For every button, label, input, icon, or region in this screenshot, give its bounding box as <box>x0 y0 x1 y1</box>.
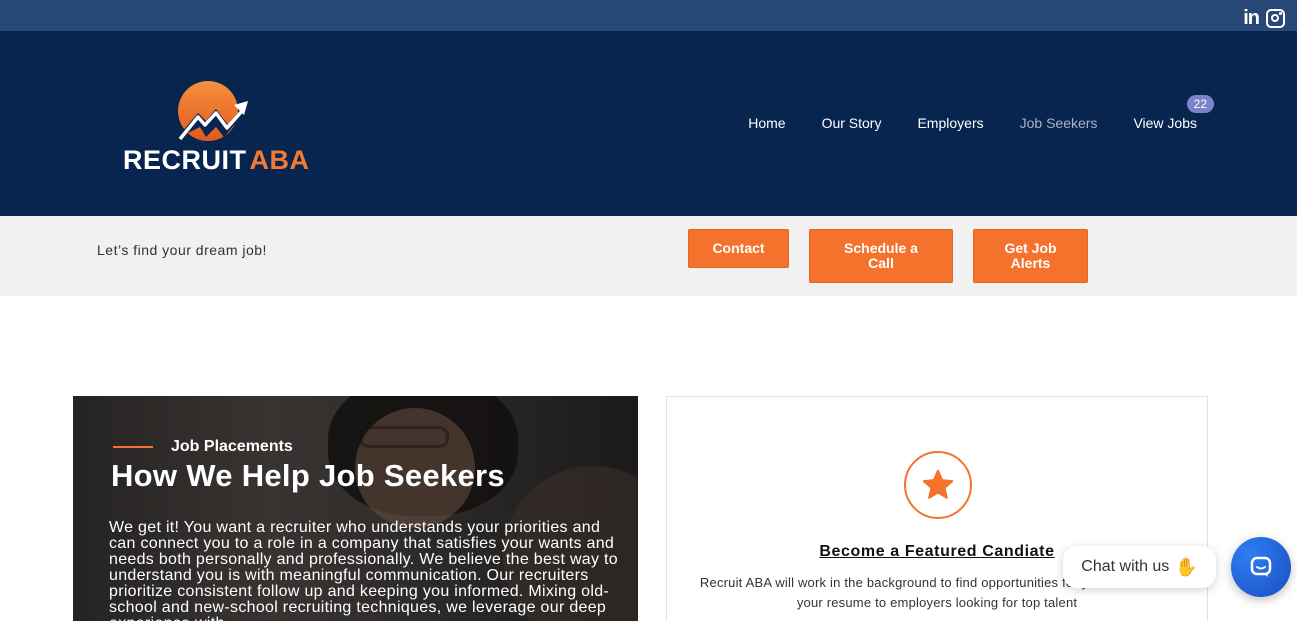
jobs-count-badge: 22 <box>1186 95 1214 113</box>
cta-bar: Let’s find your dream job! Contact Sched… <box>0 216 1297 296</box>
logo-text-accent: ABA <box>249 145 310 175</box>
card-eyebrow: Job Placements <box>171 438 293 455</box>
nav-job-seekers[interactable]: Job Seekers <box>1020 115 1098 131</box>
nav-view-jobs-label: View Jobs <box>1133 115 1197 131</box>
chat-launcher-button[interactable] <box>1231 537 1291 597</box>
main-nav: Home Our Story Employers Job Seekers Vie… <box>748 95 1214 131</box>
instagram-icon[interactable] <box>1266 8 1285 28</box>
social-links: in <box>1243 8 1285 28</box>
card-body-text: We get it! You want a recruiter who unde… <box>109 519 618 621</box>
star-icon-glyph <box>922 469 954 499</box>
waving-hand-icon: ✋ <box>1175 556 1198 577</box>
card-title: How We Help Job Seekers <box>111 458 505 493</box>
contact-button[interactable]: Contact <box>688 229 789 268</box>
page: in RECRUIT ABA Home Our Story Employers … <box>0 0 1297 621</box>
schedule-call-button[interactable]: Schedule a Call <box>809 229 953 283</box>
chat-icon <box>1250 556 1272 577</box>
chat-prompt-text: Chat with us <box>1081 558 1170 575</box>
linkedin-icon[interactable]: in <box>1243 8 1260 28</box>
nav-view-jobs[interactable]: View Jobs 22 <box>1133 95 1214 131</box>
site-header: RECRUIT ABA Home Our Story Employers Job … <box>0 31 1297 216</box>
nav-home[interactable]: Home <box>748 115 785 131</box>
job-alerts-button[interactable]: Get Job Alerts <box>973 229 1088 283</box>
logo-text-main: RECRUIT <box>123 145 247 175</box>
logo-wordmark: RECRUIT ABA <box>123 145 310 176</box>
star-icon <box>904 451 972 519</box>
nav-employers[interactable]: Employers <box>917 115 983 131</box>
accent-line <box>113 446 153 448</box>
top-bar: in <box>0 0 1297 31</box>
tagline: Let’s find your dream job! <box>97 242 267 258</box>
site-logo[interactable]: RECRUIT ABA <box>120 81 309 176</box>
job-placements-card: Job Placements How We Help Job Seekers W… <box>73 396 638 621</box>
chat-prompt-bubble[interactable]: Chat with us ✋ <box>1063 546 1216 588</box>
nav-our-story[interactable]: Our Story <box>822 115 882 131</box>
logo-mountain-icon <box>176 81 248 141</box>
